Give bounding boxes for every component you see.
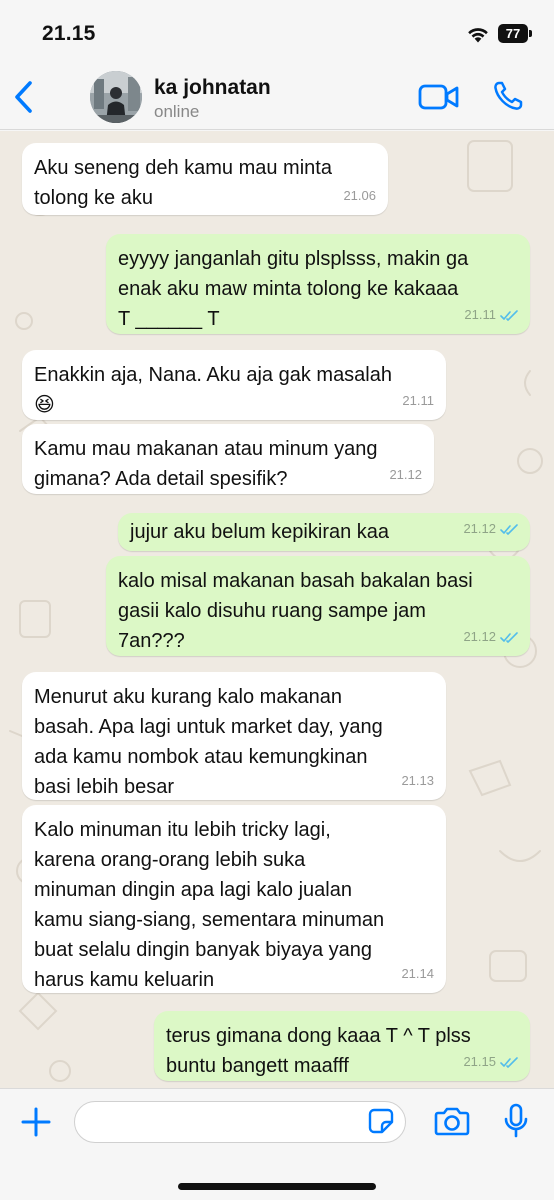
double-tick-icon bbox=[500, 309, 518, 321]
message-text: Menurut aku kurang kalo makanan basah. A… bbox=[34, 686, 383, 798]
message-meta: 21.12 bbox=[389, 460, 422, 490]
message-meta: 21.13 bbox=[401, 766, 434, 796]
message-time: 21.14 bbox=[401, 966, 434, 981]
message-outgoing[interactable]: jujur aku belum kepikiran kaa 21.12 bbox=[118, 513, 530, 551]
message-text: Kamu mau makanan atau minum yang gimana?… bbox=[34, 438, 378, 490]
message-meta: 21.15 bbox=[463, 1047, 518, 1077]
message-outgoing[interactable]: terus gimana dong kaaa T ^ T plss buntu … bbox=[154, 1011, 530, 1081]
message-incoming[interactable]: Menurut aku kurang kalo makanan basah. A… bbox=[22, 672, 446, 800]
video-call-icon[interactable] bbox=[418, 83, 460, 111]
contact-name[interactable]: ka johnatan bbox=[154, 76, 271, 100]
home-indicator bbox=[178, 1183, 376, 1190]
double-tick-icon bbox=[500, 1056, 518, 1068]
message-incoming[interactable]: Aku seneng deh kamu mau minta tolong ke … bbox=[22, 143, 388, 215]
message-meta: 21.12 bbox=[463, 514, 518, 544]
message-incoming[interactable]: Enakkin aja, Nana. Aku aja gak masalah 😆… bbox=[22, 350, 446, 420]
message-text: Kalo minuman itu lebih tricky lagi, kare… bbox=[34, 819, 385, 991]
message-text: Aku seneng deh kamu mau minta tolong ke … bbox=[34, 157, 332, 209]
wifi-icon bbox=[468, 28, 488, 43]
status-time: 21.15 bbox=[42, 22, 96, 45]
message-text: eyyyy janganlah gitu plsplsss, makin ga … bbox=[118, 248, 469, 330]
message-time: 21.13 bbox=[401, 773, 434, 788]
status-bar: 21.15 77 bbox=[0, 0, 554, 64]
message-text: Enakkin aja, Nana. Aku aja gak masalah 😆 bbox=[34, 364, 392, 416]
message-time: 21.11 bbox=[402, 393, 434, 408]
message-incoming[interactable]: Kamu mau makanan atau minum yang gimana?… bbox=[22, 424, 434, 494]
double-tick-icon bbox=[500, 523, 518, 535]
sticker-icon[interactable] bbox=[368, 1108, 394, 1134]
message-time: 21.12 bbox=[389, 467, 422, 482]
battery-indicator: 77 bbox=[498, 24, 532, 43]
camera-icon[interactable] bbox=[434, 1106, 470, 1136]
message-time: 21.11 bbox=[464, 307, 496, 322]
double-tick-icon bbox=[500, 631, 518, 643]
message-input[interactable] bbox=[74, 1101, 406, 1143]
message-meta: 21.06 bbox=[343, 181, 376, 211]
message-meta: 21.11 bbox=[402, 386, 434, 416]
phone-icon[interactable] bbox=[492, 80, 524, 112]
microphone-icon[interactable] bbox=[503, 1103, 529, 1139]
avatar[interactable] bbox=[90, 71, 142, 123]
message-incoming[interactable]: Kalo minuman itu lebih tricky lagi, kare… bbox=[22, 805, 446, 993]
chat-header: ka johnatan online bbox=[0, 64, 554, 130]
contact-status: online bbox=[154, 102, 200, 121]
message-meta: 21.12 bbox=[463, 622, 518, 652]
message-outgoing[interactable]: eyyyy janganlah gitu plsplsss, makin ga … bbox=[106, 234, 530, 334]
message-time: 21.06 bbox=[343, 188, 376, 203]
plus-icon[interactable] bbox=[20, 1106, 52, 1138]
message-time: 21.12 bbox=[463, 521, 496, 536]
chat-area[interactable]: Aku seneng deh kamu mau minta tolong ke … bbox=[0, 131, 554, 1088]
input-bar bbox=[0, 1088, 554, 1200]
message-text: kalo misal makanan basah bakalan basi ga… bbox=[118, 570, 473, 652]
message-text: jujur aku belum kepikiran kaa bbox=[130, 521, 390, 543]
message-meta: 21.14 bbox=[401, 959, 434, 989]
message-meta: 21.11 bbox=[464, 300, 518, 330]
message-time: 21.12 bbox=[463, 629, 496, 644]
message-time: 21.15 bbox=[463, 1054, 496, 1069]
back-icon[interactable] bbox=[10, 79, 38, 115]
message-outgoing[interactable]: kalo misal makanan basah bakalan basi ga… bbox=[106, 556, 530, 656]
